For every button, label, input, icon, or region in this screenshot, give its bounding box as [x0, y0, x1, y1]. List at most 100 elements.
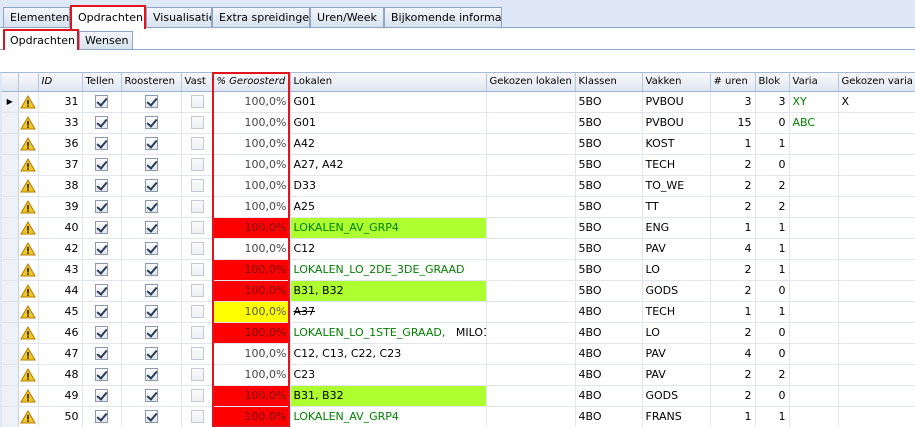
cell-pct-geroosterd[interactable]: 100,0%	[213, 343, 291, 365]
cell-uren[interactable]: 2	[710, 364, 756, 386]
cell-id[interactable]: 38	[38, 175, 83, 197]
header-tellen[interactable]: Tellen	[82, 73, 122, 92]
tellen-checkbox[interactable]	[95, 284, 108, 298]
roosteren-checkbox[interactable]	[144, 158, 158, 172]
cell-gekozen-lokalen[interactable]	[486, 217, 576, 239]
vast-checkbox[interactable]	[190, 263, 204, 277]
roosteren-checkbox[interactable]	[144, 368, 158, 382]
table-row[interactable]: 44 100,0% B31, B32 5BO GODS 2 0	[2, 280, 915, 302]
cell-gekozen-varia[interactable]	[838, 175, 915, 197]
cell-lokalen[interactable]: LOKALEN_LO_1STE_GRAAD, MILO1	[290, 322, 487, 344]
cell-lokalen[interactable]: C12, C13, C22, C23	[290, 343, 487, 365]
cell-lokalen[interactable]: LOKALEN_LO_2DE_3DE_GRAAD	[290, 259, 487, 281]
tellen-checkbox[interactable]	[95, 242, 108, 256]
cell-roosteren[interactable]	[121, 301, 182, 323]
row-indicator[interactable]	[2, 280, 19, 302]
roosteren-checkbox[interactable]	[144, 179, 158, 193]
table-row[interactable]: 39 100,0% A25 5BO TT 2 2	[2, 196, 915, 218]
cell-varia[interactable]	[789, 385, 839, 407]
cell-klassen[interactable]: 5BO	[575, 280, 643, 302]
row-indicator[interactable]	[2, 133, 19, 155]
cell-uren[interactable]: 2	[710, 175, 756, 197]
cell-id[interactable]: 46	[38, 322, 83, 344]
cell-pct-geroosterd[interactable]: 100,0%	[213, 364, 291, 386]
cell-roosteren[interactable]	[121, 322, 182, 344]
table-row[interactable]: 38 100,0% D33 5BO TO_WE 2 2	[2, 175, 915, 197]
cell-vakken[interactable]: PAV	[642, 364, 711, 386]
vast-checkbox[interactable]	[190, 158, 204, 172]
cell-tellen[interactable]	[82, 259, 122, 281]
row-indicator[interactable]	[2, 364, 19, 386]
cell-blok[interactable]: 0	[755, 322, 790, 344]
subtab-opdrachten[interactable]: Opdrachten	[3, 29, 79, 50]
cell-gekozen-varia[interactable]	[838, 343, 915, 365]
roosteren-checkbox[interactable]	[144, 284, 158, 298]
cell-vakken[interactable]: PAV	[642, 343, 711, 365]
header-vakken[interactable]: Vakken	[642, 73, 711, 92]
cell-tellen[interactable]	[82, 112, 122, 134]
cell-tellen[interactable]	[82, 364, 122, 386]
cell-gekozen-varia[interactable]	[838, 406, 915, 427]
cell-id[interactable]: 47	[38, 343, 83, 365]
cell-roosteren[interactable]	[121, 238, 182, 260]
cell-lokalen[interactable]: C12	[290, 238, 487, 260]
cell-lokalen[interactable]: B31, B32	[290, 385, 487, 407]
cell-vast[interactable]	[181, 343, 214, 365]
cell-roosteren[interactable]	[121, 364, 182, 386]
cell-gekozen-lokalen[interactable]	[486, 406, 576, 427]
table-row[interactable]: 37 100,0% A27, A42 5BO TECH 2 0	[2, 154, 915, 176]
cell-blok[interactable]: 1	[755, 238, 790, 260]
cell-klassen[interactable]: 5BO	[575, 259, 643, 281]
cell-vakken[interactable]: GODS	[642, 385, 711, 407]
cell-gekozen-varia[interactable]	[838, 112, 915, 134]
cell-pct-geroosterd[interactable]: 100,0%	[213, 406, 291, 427]
cell-id[interactable]: 49	[38, 385, 83, 407]
cell-vast[interactable]	[181, 175, 214, 197]
tellen-checkbox[interactable]	[95, 305, 108, 319]
row-indicator[interactable]	[2, 322, 19, 344]
table-row[interactable]: 50 100,0% LOKALEN_AV_GRP4 4BO FRANS 1 1	[2, 406, 915, 427]
cell-gekozen-varia[interactable]	[838, 259, 915, 281]
row-indicator[interactable]	[2, 301, 19, 323]
tab-uren-week[interactable]: Uren/Week	[310, 7, 384, 28]
cell-blok[interactable]: 1	[755, 259, 790, 281]
cell-pct-geroosterd[interactable]: 100,0%	[213, 112, 291, 134]
cell-gekozen-varia[interactable]: X	[838, 91, 915, 113]
cell-pct-geroosterd[interactable]: 100,0%	[213, 133, 291, 155]
cell-vakken[interactable]: LO	[642, 259, 711, 281]
cell-gekozen-lokalen[interactable]	[486, 175, 576, 197]
header-varia[interactable]: Varia	[789, 73, 839, 92]
cell-vakken[interactable]: PVBOU	[642, 112, 711, 134]
cell-varia[interactable]	[789, 133, 839, 155]
tellen-checkbox[interactable]	[95, 221, 108, 235]
vast-checkbox[interactable]	[190, 179, 204, 193]
tellen-checkbox[interactable]	[95, 95, 108, 109]
cell-roosteren[interactable]	[121, 133, 182, 155]
cell-vakken[interactable]: LO	[642, 322, 711, 344]
table-row[interactable]: 33 100,0% G01 5BO PVBOU 15 0 ABC	[2, 112, 915, 134]
cell-id[interactable]: 31	[38, 91, 83, 113]
cell-blok[interactable]: 1	[755, 133, 790, 155]
table-row[interactable]: 49 100,0% B31, B32 4BO GODS 2 0	[2, 385, 915, 407]
cell-varia[interactable]	[789, 301, 839, 323]
cell-vast[interactable]	[181, 280, 214, 302]
cell-gekozen-lokalen[interactable]	[486, 133, 576, 155]
cell-gekozen-varia[interactable]	[838, 154, 915, 176]
table-row[interactable]: 48 100,0% C23 4BO PAV 2 2	[2, 364, 915, 386]
row-indicator[interactable]: ▶	[2, 91, 19, 113]
cell-uren[interactable]: 2	[710, 154, 756, 176]
cell-vast[interactable]	[181, 217, 214, 239]
cell-id[interactable]: 39	[38, 196, 83, 218]
cell-vast[interactable]	[181, 385, 214, 407]
cell-gekozen-lokalen[interactable]	[486, 154, 576, 176]
roosteren-checkbox[interactable]	[144, 347, 158, 361]
cell-roosteren[interactable]	[121, 343, 182, 365]
cell-gekozen-lokalen[interactable]	[486, 301, 576, 323]
cell-blok[interactable]: 1	[755, 217, 790, 239]
subtab-wensen[interactable]: Wensen	[79, 31, 133, 50]
header-gekozen-lokalen[interactable]: Gekozen lokalen	[486, 73, 576, 92]
cell-pct-geroosterd[interactable]: 100,0%	[213, 322, 291, 344]
roosteren-checkbox[interactable]	[144, 242, 158, 256]
cell-vast[interactable]	[181, 301, 214, 323]
cell-varia[interactable]	[789, 280, 839, 302]
